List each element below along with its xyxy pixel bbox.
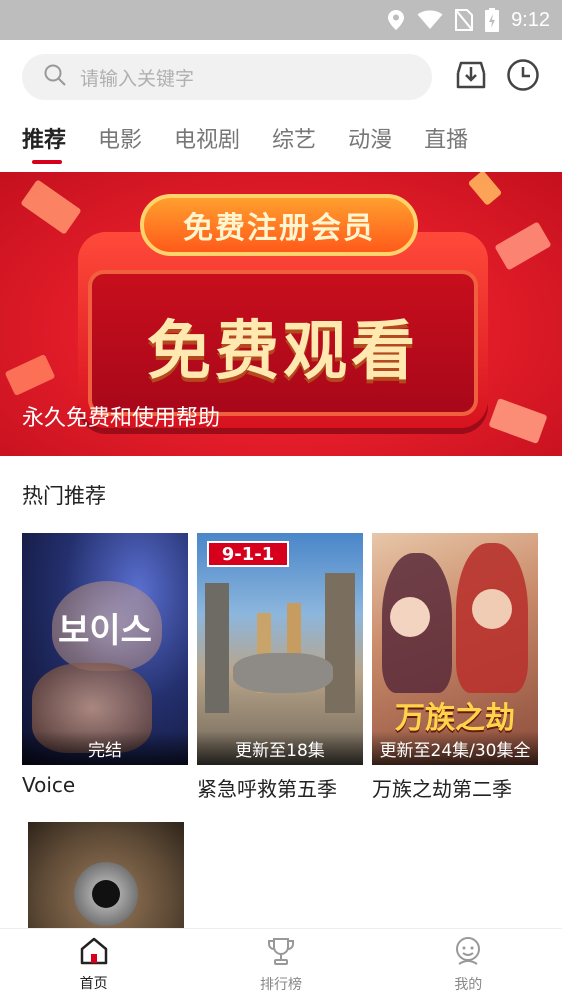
banner-headline: 免费观看: [147, 315, 419, 389]
card-title: 紧急呼救第五季: [197, 777, 337, 801]
download-icon: [455, 59, 487, 95]
section-title: 热门推荐: [22, 484, 106, 508]
history-button[interactable]: [506, 58, 540, 96]
search-placeholder: 请输入关键字: [80, 67, 195, 90]
tab-live[interactable]: 直播: [424, 114, 468, 162]
episode-badge: 更新至24集/30集全: [372, 731, 538, 765]
trophy-icon: [266, 936, 296, 970]
banner-caption: 永久免费和使用帮助: [22, 406, 221, 431]
video-card[interactable]: [28, 822, 184, 932]
poster-image: [28, 822, 184, 932]
location-icon: [387, 9, 405, 31]
search-row: 请输入关键字: [0, 40, 562, 114]
poster-title-art: 보이스: [58, 611, 152, 651]
video-card[interactable]: 보이스 完结 Voice: [22, 533, 188, 797]
wifi-icon: [417, 10, 443, 30]
tab-movies[interactable]: 电影: [98, 114, 142, 162]
poster-image: 万族之劫 更新至24集/30集全: [372, 533, 538, 765]
card-title: 万族之劫第二季: [372, 777, 512, 801]
confetti-decoration: [494, 221, 552, 271]
nav-home[interactable]: 首页: [0, 929, 187, 1000]
tab-anime[interactable]: 动漫: [348, 114, 392, 162]
tab-tv-series[interactable]: 电视剧: [174, 114, 240, 162]
poster-building-art: [325, 573, 355, 713]
confetti-decoration: [467, 172, 503, 206]
nav-label: 我的: [454, 976, 483, 993]
nav-ranking[interactable]: 排行榜: [187, 929, 374, 1000]
register-badge-text: 免费注册会员: [183, 211, 375, 246]
bottom-nav: 首页 排行榜 我的: [0, 928, 562, 1000]
search-icon: [44, 64, 66, 90]
category-tabs: 推荐 电影 电视剧 综艺 动漫 直播: [0, 114, 562, 172]
register-badge: 免费注册会员: [140, 194, 418, 256]
episode-badge: 更新至18集: [197, 731, 363, 765]
tab-label: 动漫: [348, 128, 393, 153]
status-bar: 9:12: [0, 0, 562, 40]
active-tab-indicator: [32, 160, 62, 164]
tab-label: 电视剧: [174, 128, 241, 153]
tab-label: 电影: [98, 128, 143, 153]
poster-logo: 9-1-1: [207, 541, 289, 567]
tab-label: 直播: [424, 128, 469, 153]
no-sim-icon: [455, 9, 474, 31]
poster-face-art: [390, 597, 430, 637]
nav-profile[interactable]: 我的: [375, 929, 562, 1000]
episode-badge: 完结: [22, 731, 188, 765]
nav-label: 首页: [79, 975, 108, 992]
poster-image: 보이스 完结: [22, 533, 188, 765]
poster-image: 9-1-1 更新至18集: [197, 533, 363, 765]
profile-icon: [453, 936, 483, 970]
confetti-decoration: [488, 398, 548, 444]
home-icon: [79, 937, 109, 969]
confetti-decoration: [20, 179, 82, 235]
confetti-decoration: [4, 353, 56, 397]
nav-label: 排行榜: [259, 976, 302, 993]
clock-icon: [506, 58, 540, 96]
card-title: Voice: [22, 773, 76, 797]
poster-building-art: [205, 583, 229, 713]
video-card[interactable]: 万族之劫 更新至24集/30集全 万族之劫第二季: [372, 533, 538, 802]
tab-recommend[interactable]: 推荐: [22, 114, 67, 164]
poster-elephant-art: [233, 653, 333, 693]
battery-charging-icon: [485, 8, 500, 32]
search-input[interactable]: 请输入关键字: [22, 54, 432, 100]
tab-variety[interactable]: 综艺: [272, 114, 316, 162]
tab-label: 推荐: [22, 128, 67, 153]
tab-label: 综艺: [272, 128, 317, 153]
video-card[interactable]: 9-1-1 更新至18集 紧急呼救第五季: [197, 533, 363, 802]
promo-banner[interactable]: 免费注册会员 免费观看 永久免费和使用帮助: [0, 172, 562, 456]
poster-face-art: [472, 589, 512, 629]
poster-gun-barrel-art: [92, 880, 120, 908]
status-time: 9:12: [511, 8, 550, 31]
download-button[interactable]: [454, 60, 488, 94]
